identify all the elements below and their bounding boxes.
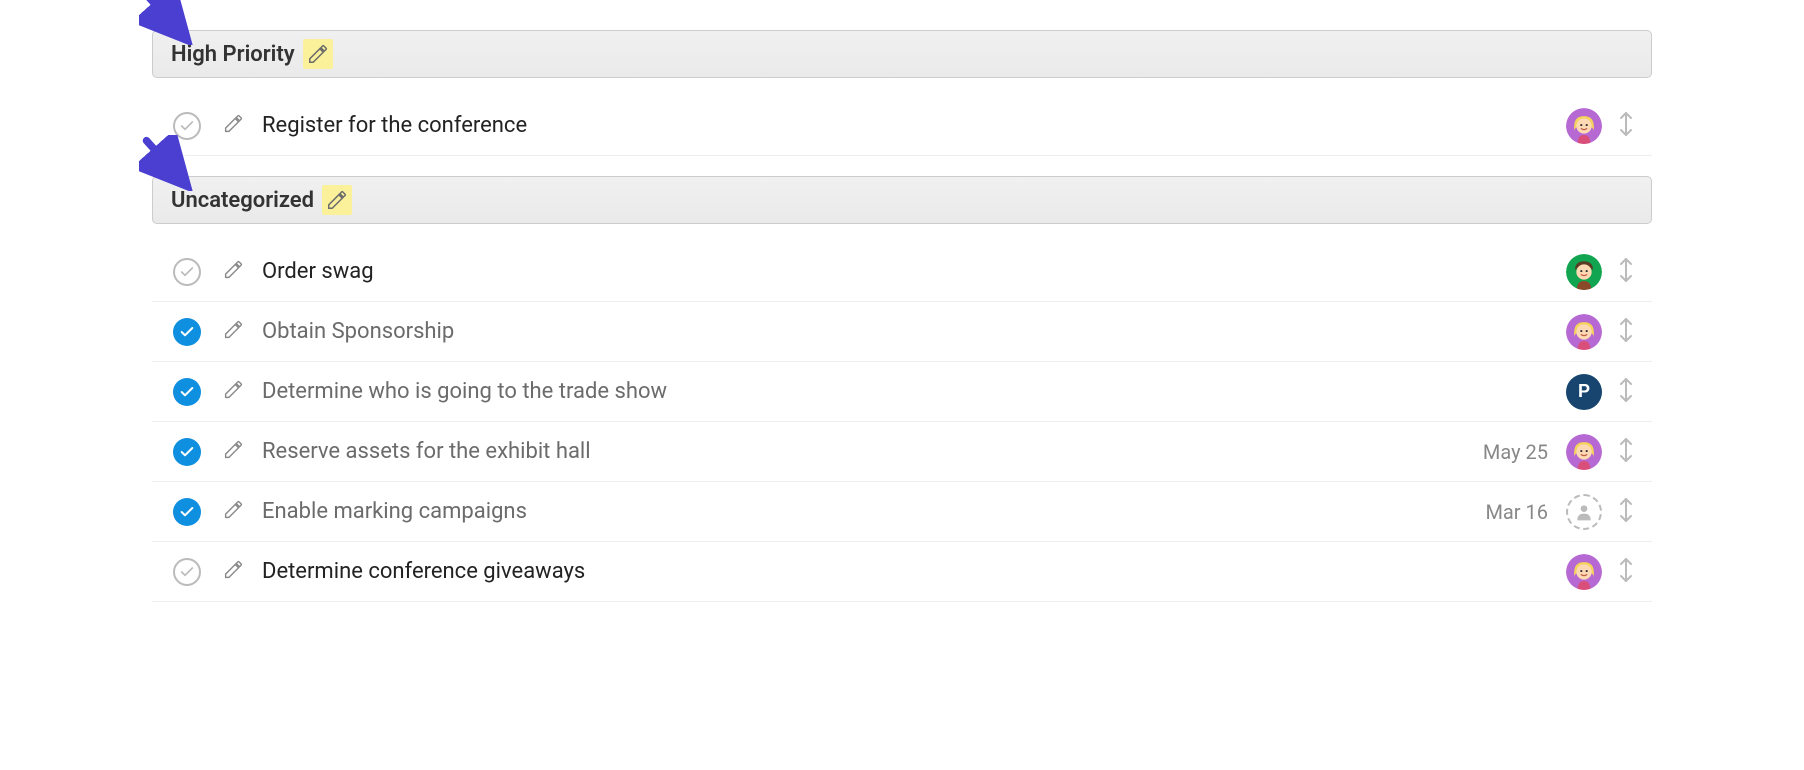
task-assignee[interactable]: P bbox=[1562, 374, 1606, 410]
task-assignee[interactable] bbox=[1562, 108, 1606, 144]
task-checkbox[interactable] bbox=[170, 558, 204, 586]
avatar[interactable] bbox=[1566, 254, 1602, 290]
task-edit-button[interactable] bbox=[204, 439, 262, 464]
task-assignee[interactable] bbox=[1562, 434, 1606, 470]
task-group: Uncategorized Order swag bbox=[152, 176, 1652, 602]
avatar-unassigned[interactable] bbox=[1566, 494, 1602, 530]
drag-handle[interactable] bbox=[1606, 316, 1646, 348]
task-assignee[interactable] bbox=[1562, 254, 1606, 290]
task-title: Reserve assets for the exhibit hall bbox=[262, 439, 1483, 464]
task-checkbox[interactable] bbox=[170, 498, 204, 526]
avatar[interactable] bbox=[1566, 434, 1602, 470]
task-assignee[interactable] bbox=[1562, 554, 1606, 590]
task-edit-button[interactable] bbox=[204, 259, 262, 284]
pencil-icon bbox=[326, 189, 348, 211]
task-date: Mar 16 bbox=[1485, 500, 1548, 524]
drag-icon bbox=[1617, 110, 1635, 142]
avatar-letter[interactable]: P bbox=[1566, 374, 1602, 410]
task-assignee[interactable] bbox=[1562, 494, 1606, 530]
drag-icon bbox=[1617, 496, 1635, 528]
task-row[interactable]: Reserve assets for the exhibit hall May … bbox=[152, 422, 1652, 482]
drag-handle[interactable] bbox=[1606, 436, 1646, 468]
task-edit-button[interactable] bbox=[204, 559, 262, 584]
task-title: Order swag bbox=[262, 259, 1548, 284]
task-title: Enable marking campaigns bbox=[262, 499, 1485, 524]
pencil-icon bbox=[223, 259, 244, 284]
group-title: Uncategorized bbox=[171, 188, 314, 213]
avatar[interactable] bbox=[1566, 314, 1602, 350]
task-row[interactable]: Obtain Sponsorship bbox=[152, 302, 1652, 362]
group-header[interactable]: High Priority bbox=[152, 30, 1652, 78]
task-edit-button[interactable] bbox=[204, 379, 262, 404]
annotation-arrow-icon bbox=[139, 0, 195, 45]
drag-handle[interactable] bbox=[1606, 556, 1646, 588]
task-checkbox[interactable] bbox=[170, 438, 204, 466]
task-row[interactable]: Determine who is going to the trade show… bbox=[152, 362, 1652, 422]
drag-handle[interactable] bbox=[1606, 376, 1646, 408]
drag-icon bbox=[1617, 556, 1635, 588]
pencil-icon bbox=[223, 319, 244, 344]
task-row[interactable]: Register for the conference bbox=[152, 96, 1652, 156]
drag-handle[interactable] bbox=[1606, 256, 1646, 288]
avatar[interactable] bbox=[1566, 554, 1602, 590]
avatar[interactable] bbox=[1566, 108, 1602, 144]
pencil-icon bbox=[307, 43, 329, 65]
task-checkbox[interactable] bbox=[170, 378, 204, 406]
task-title: Register for the conference bbox=[262, 113, 1548, 138]
pencil-icon bbox=[223, 499, 244, 524]
group-title: High Priority bbox=[171, 42, 295, 67]
task-edit-button[interactable] bbox=[204, 113, 262, 138]
group-header[interactable]: Uncategorized bbox=[152, 176, 1652, 224]
drag-icon bbox=[1617, 436, 1635, 468]
group-edit-button[interactable] bbox=[303, 39, 333, 69]
task-assignee[interactable] bbox=[1562, 314, 1606, 350]
task-title: Determine who is going to the trade show bbox=[262, 379, 1548, 404]
drag-icon bbox=[1617, 376, 1635, 408]
drag-handle[interactable] bbox=[1606, 110, 1646, 142]
group-edit-button[interactable] bbox=[322, 185, 352, 215]
task-title: Obtain Sponsorship bbox=[262, 319, 1548, 344]
task-checkbox[interactable] bbox=[170, 112, 204, 140]
drag-icon bbox=[1617, 316, 1635, 348]
task-edit-button[interactable] bbox=[204, 499, 262, 524]
task-row[interactable]: Order swag bbox=[152, 242, 1652, 302]
task-title: Determine conference giveaways bbox=[262, 559, 1548, 584]
drag-icon bbox=[1617, 256, 1635, 288]
task-group: High Priority Register for the conferenc… bbox=[152, 30, 1652, 156]
task-checkbox[interactable] bbox=[170, 318, 204, 346]
pencil-icon bbox=[223, 559, 244, 584]
pencil-icon bbox=[223, 113, 244, 138]
task-row[interactable]: Enable marking campaigns Mar 16 bbox=[152, 482, 1652, 542]
task-list: Order swag Obtain Sponsorship bbox=[152, 224, 1652, 602]
drag-handle[interactable] bbox=[1606, 496, 1646, 528]
pencil-icon bbox=[223, 379, 244, 404]
task-date: May 25 bbox=[1483, 440, 1548, 464]
task-edit-button[interactable] bbox=[204, 319, 262, 344]
task-row[interactable]: Determine conference giveaways bbox=[152, 542, 1652, 602]
task-checkbox[interactable] bbox=[170, 258, 204, 286]
pencil-icon bbox=[223, 439, 244, 464]
task-list: Register for the conference bbox=[152, 78, 1652, 156]
